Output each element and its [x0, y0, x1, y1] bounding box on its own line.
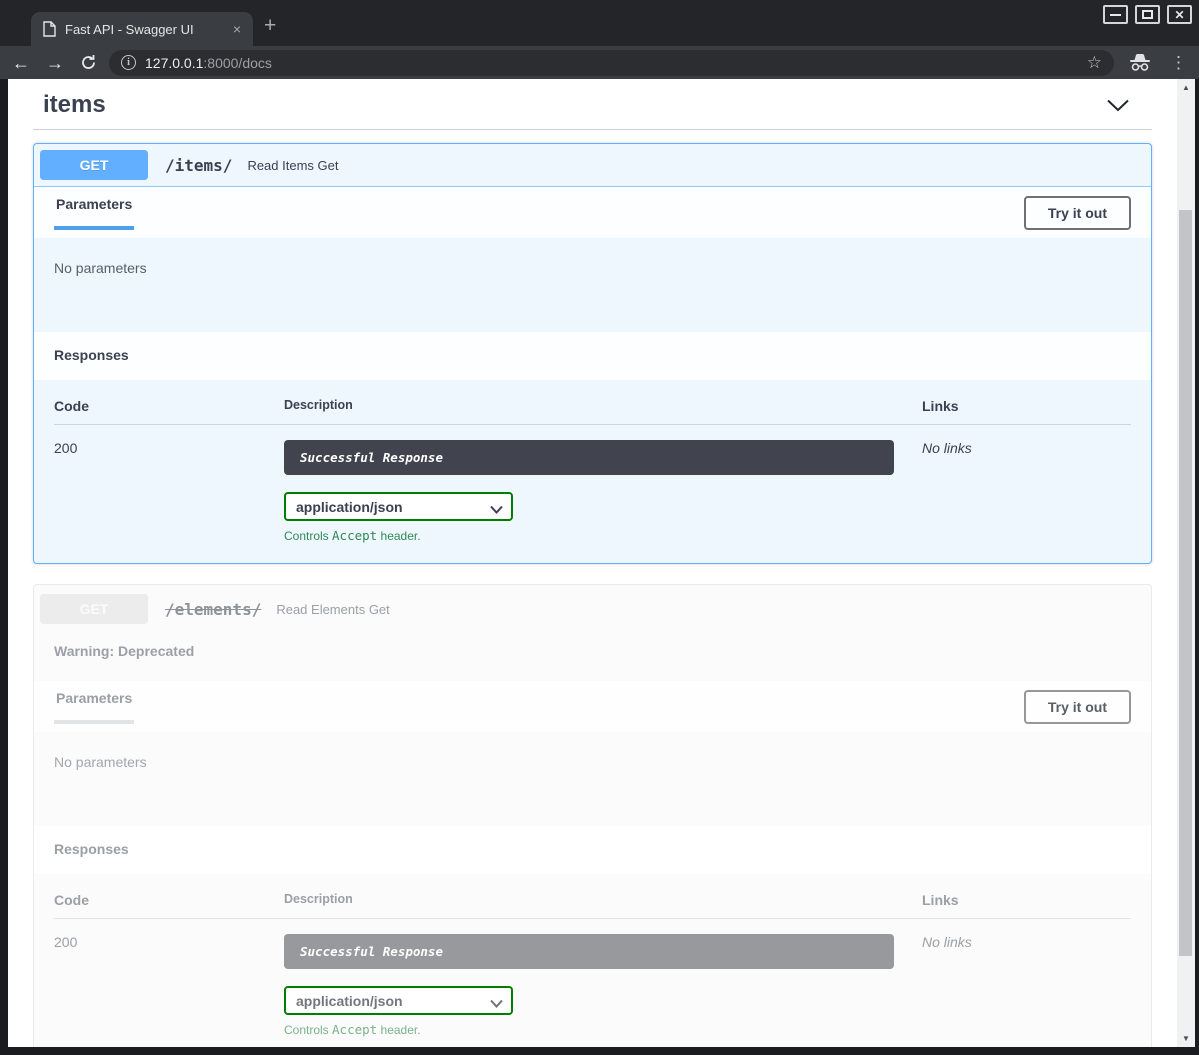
- scrollbar-thumb[interactable]: [1179, 210, 1192, 956]
- browser-tab[interactable]: Fast API - Swagger UI ×: [31, 12, 253, 46]
- col-header-code: Code: [54, 398, 284, 414]
- opblock-get-elements-deprecated: GET /elements/ Read Elements Get Warning…: [33, 584, 1152, 1047]
- endpoint-path: /elements/: [165, 600, 261, 619]
- accept-header-note: Controls Accept header.: [284, 528, 894, 543]
- responses-table-head: Code Description Links: [54, 892, 1131, 919]
- note-suffix: header.: [377, 1023, 420, 1037]
- opblock-summary[interactable]: GET /elements/ Read Elements Get: [34, 585, 1151, 633]
- collapse-chevron-icon[interactable]: [1106, 99, 1130, 112]
- responses-table-head: Code Description Links: [54, 398, 1131, 425]
- minimize-icon: [1110, 14, 1121, 16]
- parameters-header: Parameters Try it out: [34, 681, 1151, 732]
- new-tab-button[interactable]: +: [264, 14, 276, 38]
- responses-header: Responses: [34, 826, 1151, 874]
- responses-table: Code Description Links 200 Successful Re…: [34, 874, 1151, 1047]
- accept-header-note: Controls Accept header.: [284, 1022, 894, 1037]
- parameters-body: No parameters: [34, 238, 1151, 332]
- parameters-header: Parameters Try it out: [34, 187, 1151, 238]
- maximize-icon: [1142, 10, 1153, 19]
- browser-toolbar: ← → i 127.0.0.1:8000/docs ☆ ⋮: [0, 46, 1199, 79]
- page-viewport: items GET /items/ Read Items Get Paramet…: [8, 79, 1177, 1047]
- method-badge: GET: [40, 150, 148, 180]
- no-parameters-text: No parameters: [54, 754, 147, 770]
- responses-label: Responses: [54, 841, 129, 857]
- responses-table: Code Description Links 200 Successful Re…: [34, 380, 1151, 563]
- opblock-get-items: GET /items/ Read Items Get Parameters Tr…: [33, 143, 1152, 564]
- media-type-control: application/json: [284, 492, 513, 521]
- response-code: 200: [54, 934, 284, 1037]
- response-code: 200: [54, 440, 284, 543]
- url-path: :8000/docs: [203, 55, 272, 71]
- incognito-icon: [1128, 53, 1152, 72]
- forward-icon[interactable]: →: [46, 54, 64, 72]
- note-suffix: header.: [377, 529, 420, 543]
- response-description-cell: Successful Response application/json Con…: [284, 934, 922, 1037]
- tab-title: Fast API - Swagger UI: [65, 22, 224, 37]
- close-button[interactable]: ✕: [1167, 5, 1192, 24]
- tag-section-items[interactable]: items: [33, 87, 1152, 130]
- col-header-links: Links: [922, 892, 1131, 908]
- endpoint-summary: Read Elements Get: [276, 602, 389, 617]
- close-icon: ✕: [1174, 9, 1184, 21]
- response-description-cell: Successful Response application/json Con…: [284, 440, 922, 543]
- tab-parameters[interactable]: Parameters: [54, 690, 134, 724]
- note-prefix: Controls: [284, 1023, 332, 1037]
- url-host: 127.0.0.1: [145, 55, 203, 71]
- site-info-icon[interactable]: i: [121, 55, 136, 70]
- parameters-label: Parameters: [56, 196, 132, 212]
- note-prefix: Controls: [284, 529, 332, 543]
- endpoint-path: /items/: [165, 156, 232, 175]
- responses-label: Responses: [54, 347, 129, 363]
- col-header-code: Code: [54, 892, 284, 908]
- opblock-summary[interactable]: GET /items/ Read Items Get: [34, 144, 1151, 187]
- response-links: No links: [922, 440, 1131, 543]
- browser-menu-icon[interactable]: ⋮: [1170, 53, 1187, 73]
- media-type-select[interactable]: application/json: [284, 492, 513, 521]
- minimize-button[interactable]: [1103, 5, 1128, 24]
- response-description: Successful Response: [284, 934, 894, 969]
- scrollbar-up-icon[interactable]: ▲: [1177, 80, 1195, 95]
- tag-title: items: [43, 91, 106, 119]
- reload-icon[interactable]: [80, 54, 97, 71]
- scrollbar-down-icon[interactable]: ▼: [1177, 1031, 1195, 1046]
- response-row-200: 200 Successful Response application/json…: [54, 425, 1131, 543]
- endpoint-summary: Read Items Get: [247, 158, 338, 173]
- responses-header: Responses: [34, 332, 1151, 380]
- bookmark-star-icon[interactable]: ☆: [1087, 53, 1102, 73]
- deprecated-warning: Warning: Deprecated: [34, 633, 1151, 681]
- parameters-body: No parameters: [34, 732, 1151, 826]
- col-header-links: Links: [922, 398, 1131, 414]
- no-parameters-text: No parameters: [54, 260, 147, 276]
- back-icon[interactable]: ←: [12, 54, 30, 72]
- url-text: 127.0.0.1:8000/docs: [145, 55, 272, 71]
- swagger-ui: items GET /items/ Read Items Get Paramet…: [8, 79, 1177, 1047]
- try-it-out-button[interactable]: Try it out: [1024, 196, 1131, 230]
- col-header-description: Description: [284, 892, 922, 908]
- note-header-name: Accept: [332, 528, 377, 543]
- parameters-label: Parameters: [56, 690, 132, 706]
- window-controls: ✕: [1103, 5, 1192, 24]
- media-type-control: application/json: [284, 986, 513, 1015]
- response-links: No links: [922, 934, 1131, 1037]
- note-header-name: Accept: [332, 1022, 377, 1037]
- browser-titlebar: Fast API - Swagger UI × + ✕: [0, 0, 1199, 46]
- response-row-200: 200 Successful Response application/json…: [54, 919, 1131, 1037]
- address-bar[interactable]: i 127.0.0.1:8000/docs ☆: [109, 50, 1114, 76]
- col-header-description: Description: [284, 398, 922, 414]
- maximize-button[interactable]: [1135, 5, 1160, 24]
- page-scrollbar[interactable]: ▲ ▼: [1177, 79, 1195, 1047]
- try-it-out-button[interactable]: Try it out: [1024, 690, 1131, 724]
- media-type-select[interactable]: application/json: [284, 986, 513, 1015]
- page-file-icon: [43, 21, 56, 37]
- response-description: Successful Response: [284, 440, 894, 475]
- method-badge: GET: [40, 594, 148, 624]
- tab-close-icon[interactable]: ×: [233, 21, 241, 37]
- tab-parameters[interactable]: Parameters: [54, 196, 134, 230]
